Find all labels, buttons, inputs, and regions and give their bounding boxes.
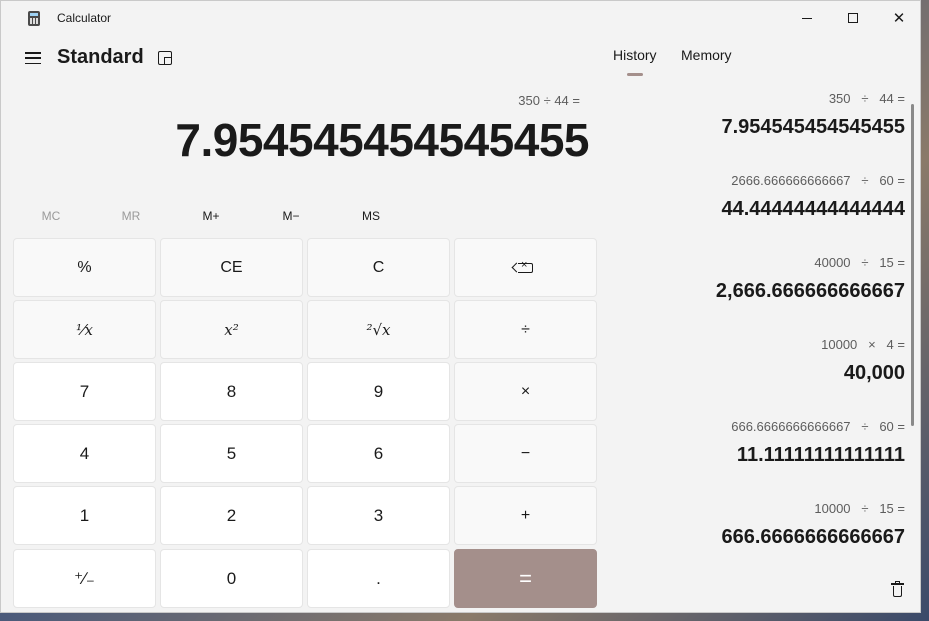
digit-7-button[interactable]: 7: [13, 362, 156, 421]
memory-add-button[interactable]: M+: [171, 209, 251, 223]
digit-5-button[interactable]: 5: [160, 424, 303, 483]
square-label: x²: [224, 320, 239, 339]
multiply-button[interactable]: ×: [454, 362, 597, 421]
history-expression: 666.6666666666667 ÷ 60 =: [731, 419, 905, 434]
history-item[interactable]: 2666.666666666667 ÷ 60 = 44.444444444444…: [613, 173, 905, 243]
history-result: 11.11111111111111: [736, 444, 905, 466]
tab-memory[interactable]: Memory: [681, 47, 732, 63]
negate-button[interactable]: ⁺∕₋: [13, 549, 156, 608]
digit-4-button[interactable]: 4: [13, 424, 156, 483]
backspace-icon: [518, 259, 533, 273]
history-scrollbar[interactable]: [911, 104, 914, 426]
minimize-icon: [802, 17, 812, 19]
memory-clear-button[interactable]: MC: [11, 209, 91, 223]
digit-9-button[interactable]: 9: [307, 362, 450, 421]
reciprocal-label: ⅟x: [76, 320, 93, 339]
square-root-button[interactable]: ²√x: [307, 300, 450, 359]
square-root-label: ²√x: [366, 320, 391, 339]
digit-6-button[interactable]: 6: [307, 424, 450, 483]
app-title: Calculator: [57, 11, 112, 25]
history-result: 40,000: [843, 362, 905, 384]
digit-3-button[interactable]: 3: [307, 486, 450, 545]
history-result: 2,666.666666666667: [715, 280, 905, 302]
divide-button[interactable]: ÷: [454, 300, 597, 359]
history-result: 666.6666666666667: [721, 526, 905, 548]
close-button[interactable]: ✕: [876, 1, 922, 35]
keep-on-top-icon[interactable]: [158, 51, 172, 65]
memory-subtract-button[interactable]: M−: [251, 209, 331, 223]
tab-history[interactable]: History: [613, 47, 657, 63]
history-list: 350 ÷ 44 = 7.954545454545455 2666.666666…: [613, 91, 905, 571]
navigation-menu-icon[interactable]: [25, 52, 41, 64]
minimize-button[interactable]: [784, 1, 830, 35]
history-expression: 10000 ÷ 15 =: [814, 501, 905, 516]
clear-entry-button[interactable]: CE: [160, 238, 303, 297]
history-item[interactable]: 350 ÷ 44 = 7.954545454545455: [613, 91, 905, 161]
digit-1-button[interactable]: 1: [13, 486, 156, 545]
page-title: Standard: [57, 46, 144, 68]
memory-row: MC MR M+ M− MS: [11, 209, 411, 225]
keypad: % CE C ⅟x x² ²√x ÷ 7 8 9 × 4 5 6 − 1 2 3…: [13, 238, 598, 610]
memory-recall-button[interactable]: MR: [91, 209, 171, 223]
percent-button[interactable]: %: [13, 238, 156, 297]
active-tab-indicator: [627, 73, 643, 76]
maximize-button[interactable]: [830, 1, 876, 35]
result-display: 7.954545454545455: [175, 114, 589, 166]
equals-button[interactable]: =: [454, 549, 597, 608]
backspace-button[interactable]: [454, 238, 597, 297]
clear-button[interactable]: C: [307, 238, 450, 297]
title-bar[interactable]: Calculator ✕: [1, 1, 920, 35]
history-expression: 40000 ÷ 15 =: [814, 255, 905, 270]
history-item[interactable]: 10000 ÷ 15 = 666.6666666666667: [613, 501, 905, 571]
digit-8-button[interactable]: 8: [160, 362, 303, 421]
subtract-button[interactable]: −: [454, 424, 597, 483]
history-item[interactable]: 40000 ÷ 15 = 2,666.666666666667: [613, 255, 905, 325]
history-expression: 10000 × 4 =: [821, 337, 905, 352]
history-item[interactable]: 10000 × 4 = 40,000: [613, 337, 905, 407]
digit-0-button[interactable]: 0: [160, 549, 303, 608]
history-expression: 2666.666666666667 ÷ 60 =: [731, 173, 905, 188]
calculator-icon: [28, 11, 40, 26]
digit-2-button[interactable]: 2: [160, 486, 303, 545]
close-icon: ✕: [892, 10, 906, 27]
decimal-button[interactable]: .: [307, 549, 450, 608]
add-button[interactable]: +: [454, 486, 597, 545]
reciprocal-button[interactable]: ⅟x: [13, 300, 156, 359]
maximize-icon: [848, 13, 858, 23]
trash-icon[interactable]: [891, 581, 904, 597]
history-result: 44.44444444444444: [721, 198, 905, 220]
history-item[interactable]: 666.6666666666667 ÷ 60 = 11.111111111111…: [613, 419, 905, 489]
memory-store-button[interactable]: MS: [331, 209, 411, 223]
history-result: 7.954545454545455: [721, 116, 905, 138]
square-button[interactable]: x²: [160, 300, 303, 359]
calculator-window: Calculator ✕ Standard 350 ÷ 44 = 7.95454…: [0, 0, 921, 613]
history-expression: 350 ÷ 44 =: [828, 91, 905, 106]
expression-display: 350 ÷ 44 =: [518, 93, 580, 108]
